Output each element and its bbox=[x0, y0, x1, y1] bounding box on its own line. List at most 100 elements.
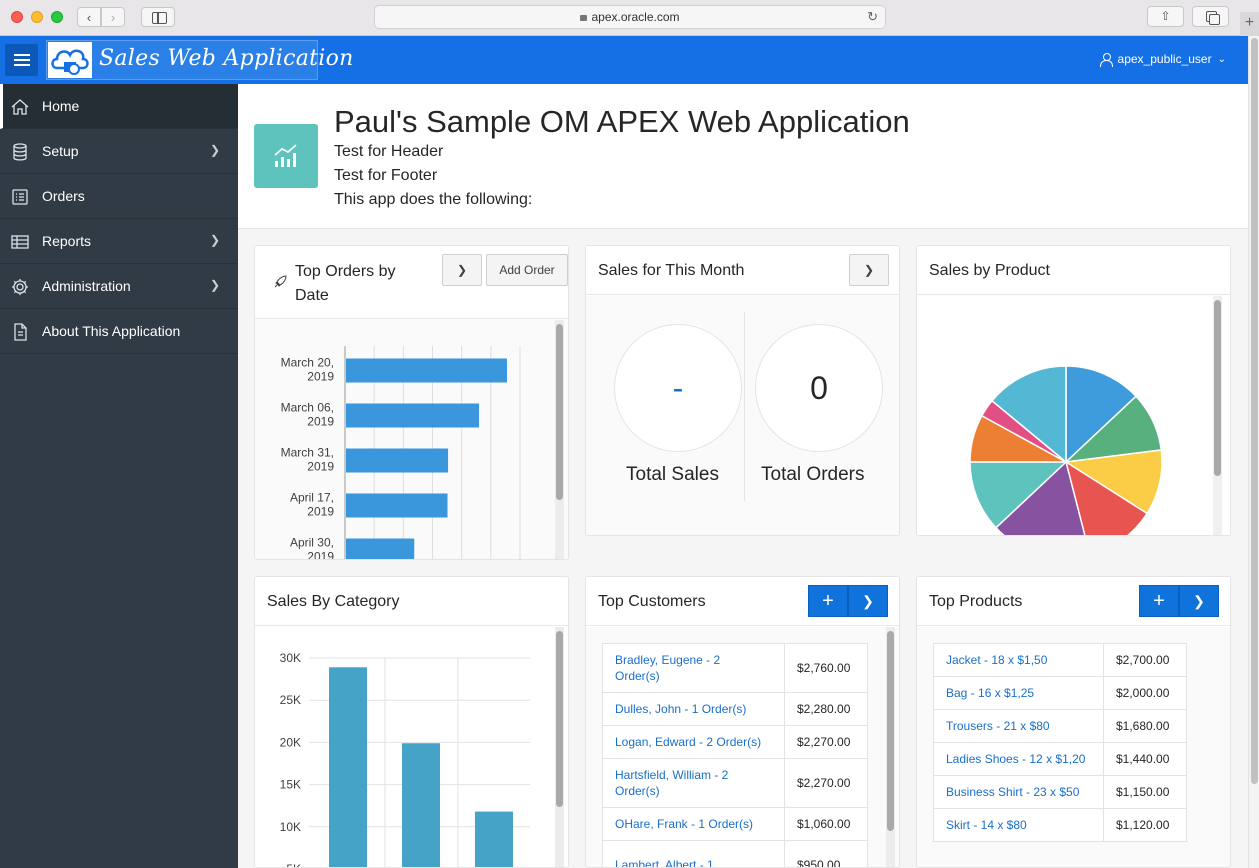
lock-icon bbox=[580, 15, 588, 21]
tick-label: 15K bbox=[280, 778, 301, 792]
zoom-window-button[interactable] bbox=[51, 11, 63, 23]
add-customer-button[interactable]: + bbox=[808, 585, 848, 617]
table-row: Business Shirt - 23 x $50 $1,150.00 bbox=[933, 775, 1187, 809]
sidebar-item-home[interactable]: Home bbox=[0, 84, 238, 129]
total-sales-value[interactable]: - bbox=[614, 324, 742, 452]
list-icon bbox=[10, 187, 30, 207]
product-amount: $1,120.00 bbox=[1103, 808, 1187, 842]
card-scrollbar[interactable] bbox=[1213, 296, 1222, 535]
address-bar[interactable]: apex.oracle.com ↻ bbox=[374, 5, 886, 29]
chevron-right-icon: ❯ bbox=[209, 143, 220, 157]
card-scrollbar[interactable] bbox=[555, 627, 564, 867]
sidebar-item-administration[interactable]: Administration ❯ bbox=[0, 264, 238, 309]
customer-link[interactable]: Lambert, Albert - 1 bbox=[602, 840, 785, 867]
page-title: Paul's Sample OM APEX Web Application bbox=[334, 104, 910, 139]
hero-region: Paul's Sample OM APEX Web Application Te… bbox=[238, 84, 1248, 229]
app-logo[interactable]: Sales Web Application bbox=[46, 40, 353, 80]
card-header: Top Customers + ❯ bbox=[586, 577, 899, 626]
customer-name-line2: Order(s) bbox=[615, 669, 660, 683]
share-button[interactable]: ⇧ bbox=[1147, 6, 1184, 27]
bar bbox=[346, 448, 449, 473]
user-menu[interactable]: apex_public_user ⌄ bbox=[1099, 52, 1226, 67]
card-scrollbar[interactable] bbox=[886, 627, 895, 867]
card-body: March 20, 2019 March 06, 2019 March 31, 2019 A… bbox=[255, 320, 568, 559]
expand-button[interactable]: ❯ bbox=[848, 585, 888, 617]
expand-button[interactable]: ❯ bbox=[1179, 585, 1219, 617]
browser-toolbar: ‹ › apex.oracle.com ↻ ⇧ + bbox=[0, 0, 1259, 36]
customer-link[interactable]: Dulles, John - 1 Order(s) bbox=[602, 692, 785, 726]
customer-link[interactable]: OHare, Frank - 1 Order(s) bbox=[602, 807, 785, 841]
customer-name: Lambert, Albert - 1 bbox=[615, 858, 714, 867]
chevron-right-icon: ❯ bbox=[1193, 592, 1205, 609]
card-scrollbar[interactable] bbox=[555, 320, 564, 559]
divider bbox=[744, 312, 745, 501]
cloud-logo-icon bbox=[48, 42, 92, 78]
plus-icon: + bbox=[822, 589, 834, 612]
product-link[interactable]: Trousers - 21 x $80 bbox=[933, 709, 1104, 743]
show-sidebar-button[interactable] bbox=[141, 7, 175, 27]
back-button[interactable]: ‹ bbox=[77, 7, 101, 27]
product-link[interactable]: Jacket - 18 x $1,50 bbox=[933, 643, 1104, 677]
top-products-table: Jacket - 18 x $1,50 $2,700.00 Bag - 16 x $… bbox=[933, 643, 1187, 842]
sidebar-item-reports[interactable]: Reports ❯ bbox=[0, 219, 238, 264]
card-header: Top Products + ❯ bbox=[917, 577, 1230, 626]
new-tab-button[interactable]: + bbox=[1240, 12, 1259, 36]
tab-overview-button[interactable] bbox=[1192, 6, 1229, 27]
app-name: Sales Web Application bbox=[99, 46, 354, 71]
customer-name-line2: Order(s) bbox=[615, 784, 660, 798]
tick-label: 20K bbox=[280, 735, 301, 749]
table-row: Hartsfield, William - 2 Order(s) $2,270.00 bbox=[602, 758, 868, 808]
total-orders-value[interactable]: 0 bbox=[755, 324, 883, 452]
minimize-window-button[interactable] bbox=[31, 11, 43, 23]
customer-name: Bradley, Eugene - 2 bbox=[615, 653, 721, 667]
chevron-right-icon: ❯ bbox=[863, 263, 875, 277]
gear-icon bbox=[10, 277, 30, 297]
product-amount: $1,150.00 bbox=[1103, 775, 1187, 809]
database-icon bbox=[10, 142, 30, 162]
card-title: Top Products bbox=[929, 593, 1023, 610]
bar bbox=[346, 358, 507, 383]
reload-icon[interactable]: ↻ bbox=[867, 6, 878, 28]
table-row: Lambert, Albert - 1 $950.00 bbox=[602, 840, 868, 867]
customer-link[interactable]: Hartsfield, William - 2 Order(s) bbox=[602, 758, 785, 808]
bar bbox=[346, 538, 415, 559]
bar bbox=[402, 743, 440, 867]
sales-product-pie-chart bbox=[969, 365, 1163, 535]
card-title: Sales for This Month bbox=[598, 262, 745, 279]
product-link[interactable]: Business Shirt - 23 x $50 bbox=[933, 775, 1104, 809]
hero-footer-text: Test for Footer bbox=[334, 167, 438, 184]
add-order-button[interactable]: Add Order bbox=[486, 254, 568, 286]
expand-button[interactable]: ❯ bbox=[849, 254, 889, 286]
product-link[interactable]: Ladies Shoes - 12 x $1,20 bbox=[933, 742, 1104, 776]
menu-toggle-button[interactable] bbox=[5, 44, 38, 76]
page-scrollbar[interactable] bbox=[1248, 36, 1259, 868]
file-icon bbox=[10, 322, 30, 342]
home-icon bbox=[10, 97, 30, 117]
sidebar-item-about[interactable]: About This Application bbox=[0, 309, 238, 354]
card-header: Sales By Category bbox=[255, 577, 568, 626]
product-link[interactable]: Skirt - 14 x $80 bbox=[933, 808, 1104, 842]
sales-category-card: Sales By Category 30K 25K 20K 15K 10K 5K bbox=[254, 576, 569, 868]
card-title: Sales By Category bbox=[267, 593, 400, 610]
table-row: Skirt - 14 x $80 $1,120.00 bbox=[933, 808, 1187, 842]
customer-amount: $950.00 bbox=[784, 840, 868, 867]
forward-button[interactable]: › bbox=[101, 7, 125, 27]
tick-label: April 17, bbox=[290, 491, 334, 505]
sidebar-item-setup[interactable]: Setup ❯ bbox=[0, 129, 238, 174]
expand-button[interactable]: ❯ bbox=[442, 254, 482, 286]
add-product-button[interactable]: + bbox=[1139, 585, 1179, 617]
rocket-icon bbox=[273, 275, 287, 294]
customer-link[interactable]: Logan, Edward - 2 Order(s) bbox=[602, 725, 785, 759]
card-body: Bradley, Eugene - 2 Order(s) $2,760.00 Dull… bbox=[586, 627, 899, 867]
product-link[interactable]: Bag - 16 x $1,25 bbox=[933, 676, 1104, 710]
close-window-button[interactable] bbox=[11, 11, 23, 23]
card-body bbox=[917, 296, 1230, 535]
sidebar-item-orders[interactable]: Orders bbox=[0, 174, 238, 219]
tick-label: March 06, bbox=[281, 401, 334, 415]
customer-link[interactable]: Bradley, Eugene - 2 Order(s) bbox=[602, 643, 785, 693]
sidebar-item-label: Reports bbox=[42, 233, 92, 249]
tick-label: 2019 bbox=[307, 370, 334, 384]
table-row: Bradley, Eugene - 2 Order(s) $2,760.00 bbox=[602, 643, 868, 693]
table-icon bbox=[10, 232, 30, 252]
tick-label: 25K bbox=[280, 693, 301, 707]
